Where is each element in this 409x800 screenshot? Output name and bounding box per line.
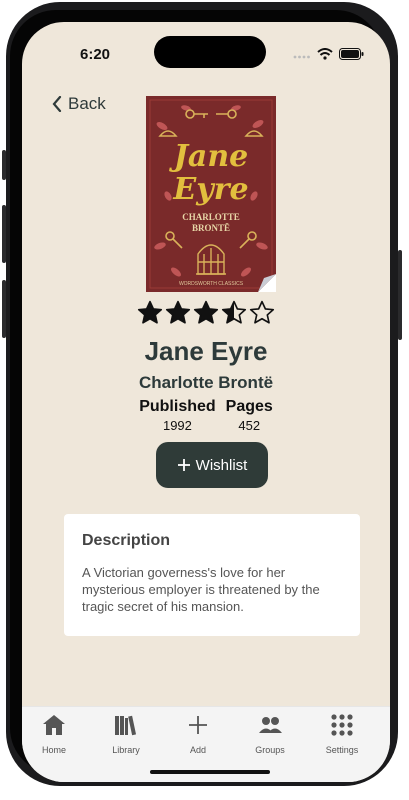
published-info: Published 1992	[139, 398, 215, 433]
description-card: Description A Victorian governess's love…	[64, 514, 360, 636]
chevron-left-icon	[52, 96, 62, 112]
pages-info: Pages 452	[226, 398, 273, 433]
back-label: Back	[68, 94, 106, 113]
cover-series: WORDSWORTH CLASSICS	[179, 281, 244, 287]
book-meta: Published 1992 Pages 452	[22, 398, 390, 433]
screen: 6:20 Back Jane Eyre CHARLOTTE BRONTË WOR…	[22, 22, 390, 782]
published-label: Published	[139, 398, 216, 415]
plus-icon	[177, 459, 190, 471]
tab-library[interactable]: Library	[96, 713, 156, 755]
status-icons	[293, 48, 364, 60]
wishlist-label: Wishlist	[195, 456, 248, 474]
tab-add-label: Add	[189, 745, 206, 755]
volume-up-button	[2, 205, 6, 263]
home-icon	[43, 715, 65, 735]
grid-icon	[331, 714, 353, 736]
silent-switch	[2, 150, 6, 180]
home-indicator	[150, 770, 270, 774]
plus-icon	[189, 716, 207, 734]
cover-author-line2: BRONTË	[192, 223, 230, 233]
book-title: Jane Eyre	[144, 336, 268, 366]
cover-title-line2: Eyre	[172, 172, 248, 207]
tab-add[interactable]: Add	[168, 713, 228, 755]
star-empty-icon	[249, 300, 275, 324]
tab-groups[interactable]: Groups	[240, 713, 300, 755]
pages-value: 452	[238, 418, 261, 433]
cover-title-line1: Jane	[169, 139, 249, 174]
star-half-icon	[221, 300, 247, 324]
signal-icon	[293, 55, 310, 59]
description-text: A Victorian governess's love for her mys…	[82, 565, 320, 614]
star-full-icon	[193, 300, 219, 324]
add-to-wishlist-button[interactable]: Wishlist	[156, 442, 268, 488]
tab-settings-label: Settings	[325, 745, 359, 755]
tab-settings[interactable]: Settings	[312, 713, 372, 755]
tab-home[interactable]: Home	[24, 713, 84, 755]
star-full-icon	[165, 300, 191, 324]
cover-author-line1: CHARLOTTE	[182, 212, 240, 222]
tab-home-label: Home	[41, 745, 66, 755]
star-rating	[22, 300, 390, 326]
description-heading: Description	[82, 532, 171, 549]
pages-label: Pages	[225, 398, 273, 415]
book-cover-image: Jane Eyre CHARLOTTE BRONTË WORDSWORTH CL…	[146, 96, 276, 292]
tab-library-label: Library	[112, 745, 140, 755]
wifi-icon	[317, 48, 333, 60]
tab-groups-label: Groups	[255, 745, 285, 755]
status-time: 6:20	[80, 46, 111, 63]
dynamic-island	[154, 36, 266, 68]
back-button[interactable]: Back	[52, 94, 106, 114]
volume-down-button	[2, 280, 6, 338]
star-full-icon	[137, 300, 163, 324]
book-author: Charlotte Brontë	[138, 373, 274, 392]
battery-icon	[339, 48, 364, 60]
power-button	[398, 250, 402, 340]
phone-bezel: 6:20 Back Jane Eyre CHARLOTTE BRONTË WOR…	[10, 10, 390, 782]
published-value: 1992	[162, 418, 192, 433]
groups-icon	[259, 717, 282, 733]
library-icon	[115, 715, 137, 736]
